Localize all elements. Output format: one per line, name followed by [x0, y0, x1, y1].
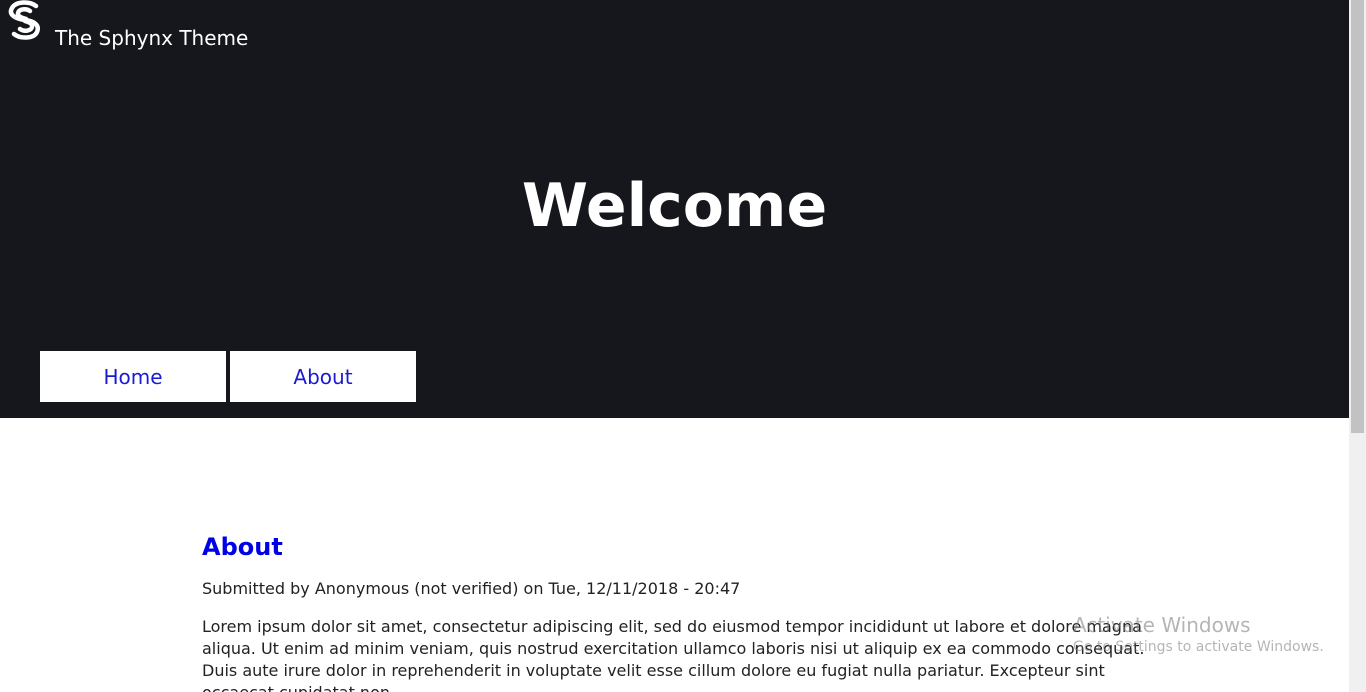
nav-tab-about[interactable]: About — [230, 351, 416, 402]
spiral-s-logo-icon[interactable] — [6, 0, 44, 40]
submitted-meta: Submitted by Anonymous (not verified) on… — [202, 579, 741, 598]
scrollbar-thumb[interactable] — [1351, 0, 1364, 433]
vertical-scrollbar[interactable] — [1349, 0, 1366, 692]
site-header: The Sphynx Theme Welcome Home About — [0, 0, 1349, 418]
nav-tab-home[interactable]: Home — [40, 351, 226, 402]
site-name-link[interactable]: The Sphynx Theme — [55, 24, 248, 52]
browser-viewport: The Sphynx Theme Welcome Home About Abou… — [0, 0, 1366, 692]
article-title-link[interactable]: About — [202, 530, 1162, 564]
page: The Sphynx Theme Welcome Home About Abou… — [0, 0, 1349, 692]
article-body: Lorem ipsum dolor sit amet, consectetur … — [202, 617, 1145, 692]
main-nav: Home About — [40, 351, 416, 402]
hero-title: Welcome — [521, 171, 828, 241]
main-content: About Submitted by Anonymous (not verifi… — [202, 530, 1162, 692]
